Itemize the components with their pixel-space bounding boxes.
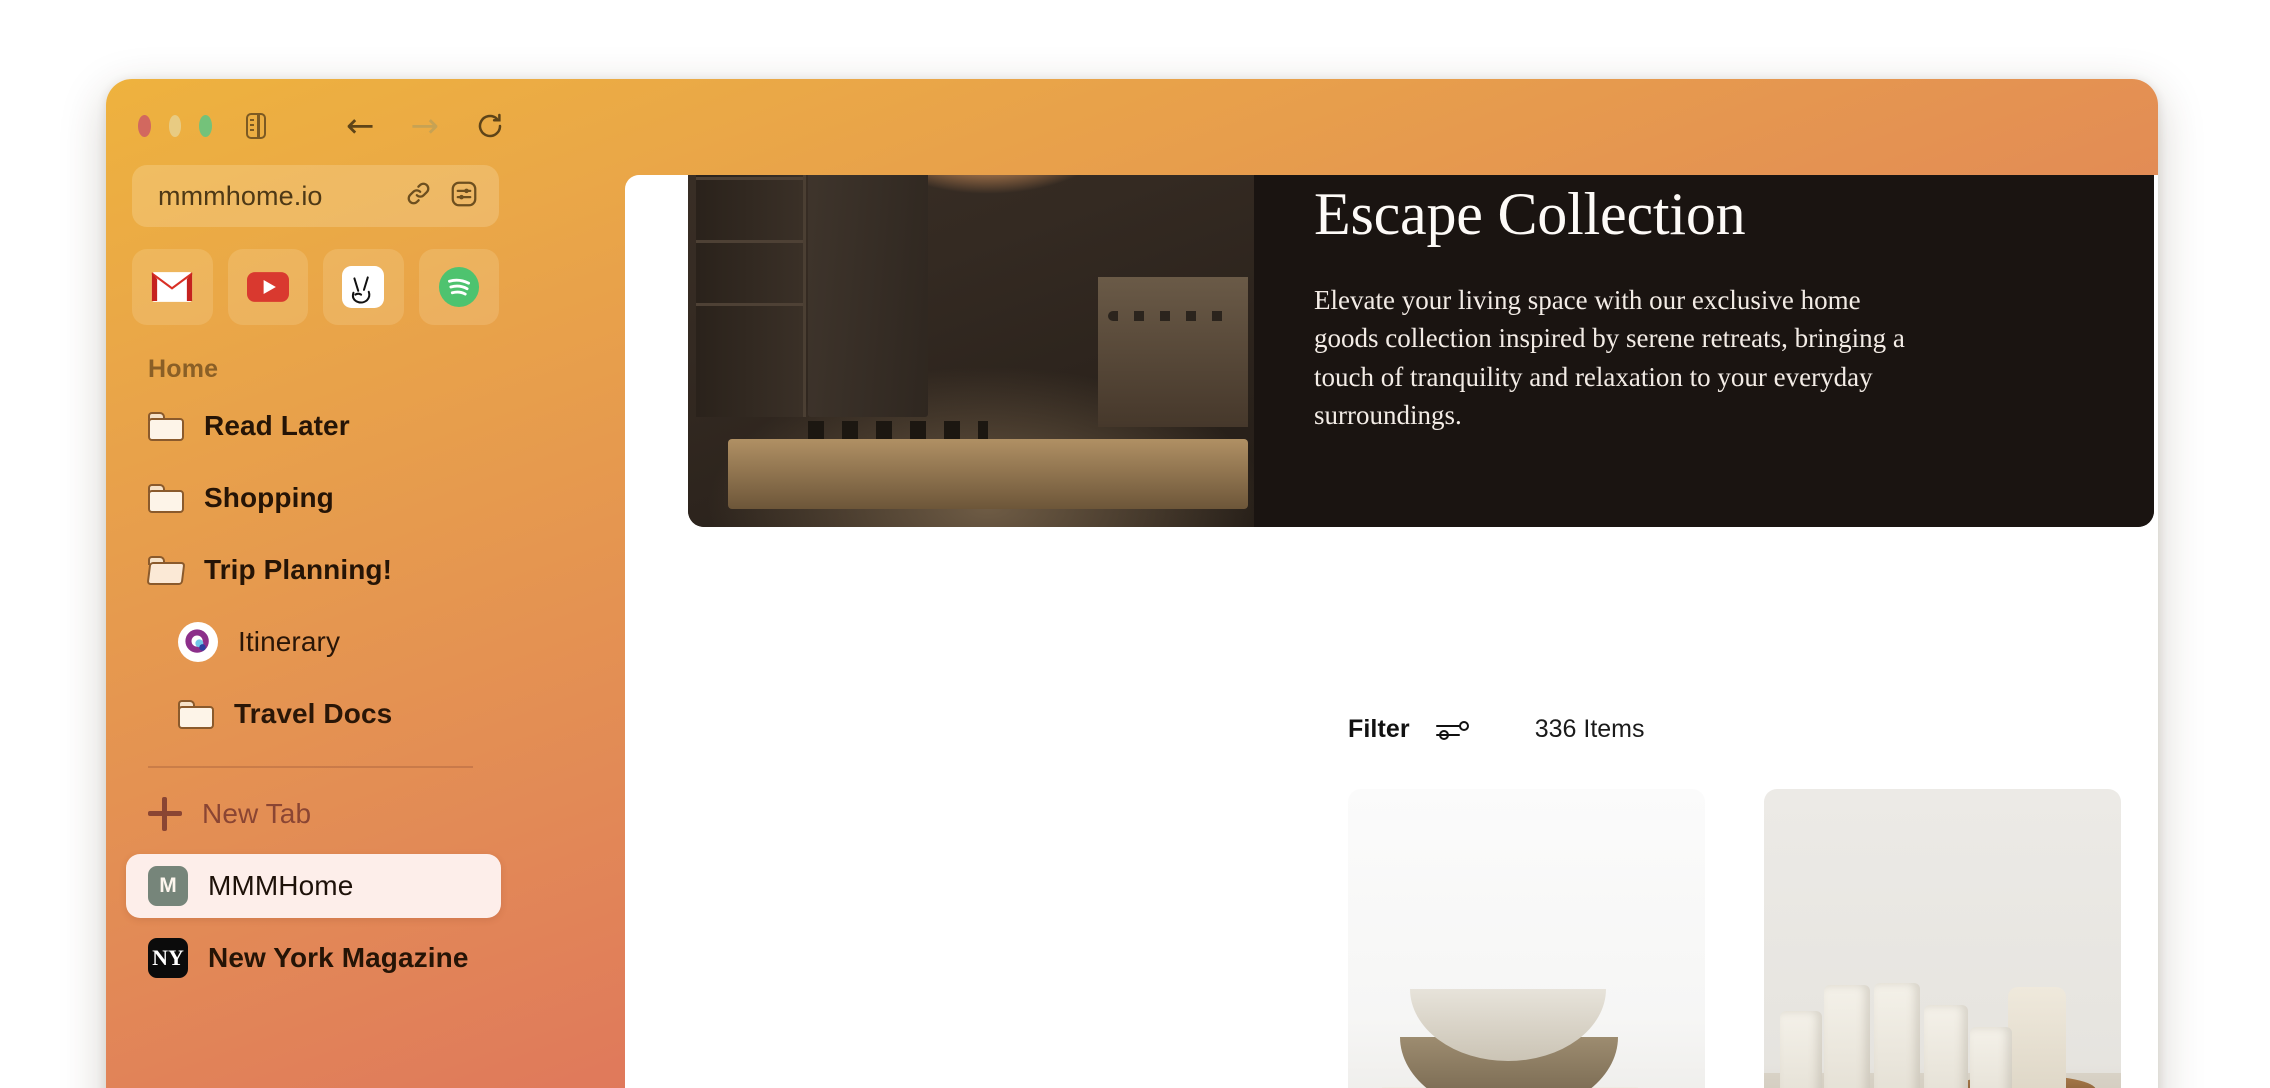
- product-image[interactable]: [1764, 789, 2121, 1088]
- product-grid: Modern Classic Ceramic Dinnerware $336: [1348, 789, 2158, 1088]
- tab-label: MMMHome: [208, 870, 354, 901]
- folder-icon: [148, 483, 184, 513]
- sidebar-item-label: Shopping: [204, 482, 334, 513]
- sidebar-item-label: Itinerary: [238, 626, 341, 657]
- sidebar-item-travel-docs[interactable]: Travel Docs: [126, 682, 501, 746]
- sidebar-section-label: Home: [148, 355, 219, 383]
- sidebar-toggle-icon[interactable]: [245, 113, 266, 139]
- bookmark-gmail[interactable]: [132, 249, 213, 325]
- filter-bar: Filter 336 Items: [1348, 715, 1645, 744]
- hero-banner: Escape Collection Elevate your living sp…: [688, 175, 2154, 527]
- filter-label[interactable]: Filter: [1348, 715, 1410, 744]
- minimize-window-button[interactable]: [168, 115, 182, 137]
- sidebar-item-trip-planning[interactable]: Trip Planning!: [126, 538, 501, 602]
- hero-title: Escape Collection: [1314, 181, 1746, 247]
- tab-new-york-magazine[interactable]: NY New York Magazine: [126, 926, 501, 990]
- folder-icon: [148, 411, 184, 441]
- new-tab-label: New Tab: [202, 798, 312, 829]
- sidebar-item-read-later[interactable]: Read Later: [126, 394, 501, 458]
- sidebar-item-label: Travel Docs: [234, 698, 393, 729]
- plus-icon: [148, 797, 182, 831]
- hero-description: Elevate your living space with our exclu…: [1314, 285, 1905, 430]
- folder-open-icon: [146, 555, 186, 585]
- sidebar-item-itinerary[interactable]: Itinerary: [126, 610, 501, 674]
- bookmark-producthunt[interactable]: [323, 249, 404, 325]
- link-icon[interactable]: [404, 179, 433, 213]
- zoom-window-button[interactable]: [199, 115, 212, 137]
- sliders-box-icon[interactable]: [449, 179, 479, 214]
- hero-image: [688, 175, 1254, 527]
- bookmark-youtube[interactable]: [227, 249, 308, 325]
- browser-window: ← → mmmhome.io Home Read Later Shopping …: [106, 79, 2158, 1088]
- items-count: 336 Items: [1534, 715, 1645, 743]
- itinerary-app-icon: [178, 622, 218, 662]
- reload-icon[interactable]: [475, 111, 505, 141]
- desktop-background: ← → mmmhome.io Home Read Later Shopping …: [0, 0, 2270, 1088]
- bookmark-spotify[interactable]: [418, 249, 499, 325]
- address-bar[interactable]: mmmhome.io: [132, 165, 499, 227]
- web-page-content: Escape Collection Elevate your living sp…: [625, 175, 2158, 1088]
- bookmark-tiles: [132, 249, 499, 325]
- nymag-favicon: NY: [148, 938, 188, 978]
- sidebar-item-label: Read Later: [204, 410, 350, 441]
- product-image[interactable]: [1348, 789, 1705, 1088]
- mmmhome-favicon: M: [148, 866, 188, 906]
- hero-text-block: Escape Collection Elevate your living sp…: [1254, 175, 2154, 527]
- gmail-icon: [152, 272, 193, 302]
- sliders-icon[interactable]: [1435, 718, 1473, 742]
- address-bar-actions: [404, 179, 479, 214]
- navigation-controls: ← →: [346, 109, 505, 143]
- tab-label: New York Magazine: [208, 942, 469, 973]
- titlebar: ← →: [122, 79, 505, 151]
- spotify-icon: [438, 266, 479, 308]
- sidebar-item-label: Trip Planning!: [204, 554, 393, 585]
- close-window-button[interactable]: [138, 115, 151, 137]
- browser-sidebar: ← → mmmhome.io Home Read Later Shopping …: [106, 79, 521, 1088]
- tab-mmmhome[interactable]: M MMMHome: [126, 854, 501, 918]
- new-tab-button[interactable]: New Tab: [126, 782, 501, 846]
- sidebar-divider: [148, 766, 473, 768]
- folder-icon: [178, 699, 214, 729]
- product-card[interactable]: Modern Classic Ceramic Dinnerware $336: [1348, 789, 1705, 1088]
- youtube-icon: [246, 272, 289, 302]
- peace-hand-icon: [342, 266, 385, 308]
- back-icon[interactable]: ←: [346, 109, 375, 143]
- forward-icon[interactable]: →: [411, 109, 440, 143]
- url-text[interactable]: mmmhome.io: [158, 181, 404, 212]
- sidebar-item-shopping[interactable]: Shopping: [126, 466, 501, 530]
- product-card[interactable]: Two Five Stoneware $336: [1764, 789, 2121, 1088]
